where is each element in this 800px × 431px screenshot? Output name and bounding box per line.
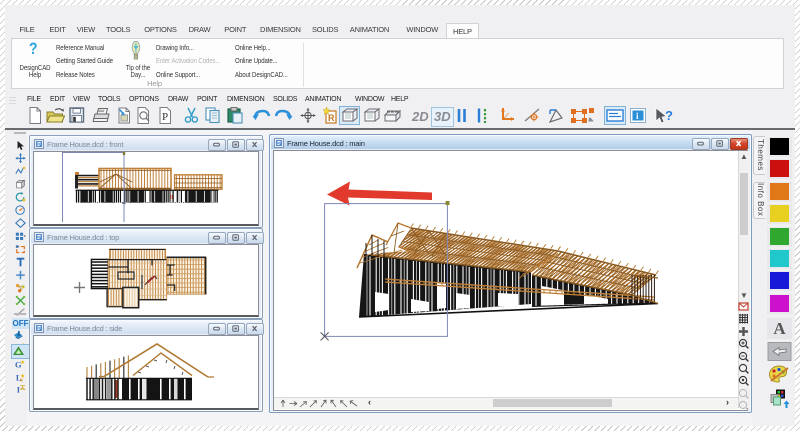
svg-text:R: R <box>328 113 335 123</box>
svg-text:?: ? <box>665 108 673 123</box>
svg-text:I: I <box>17 384 20 394</box>
svg-text:P: P <box>162 111 168 123</box>
svg-text:G: G <box>15 359 22 369</box>
